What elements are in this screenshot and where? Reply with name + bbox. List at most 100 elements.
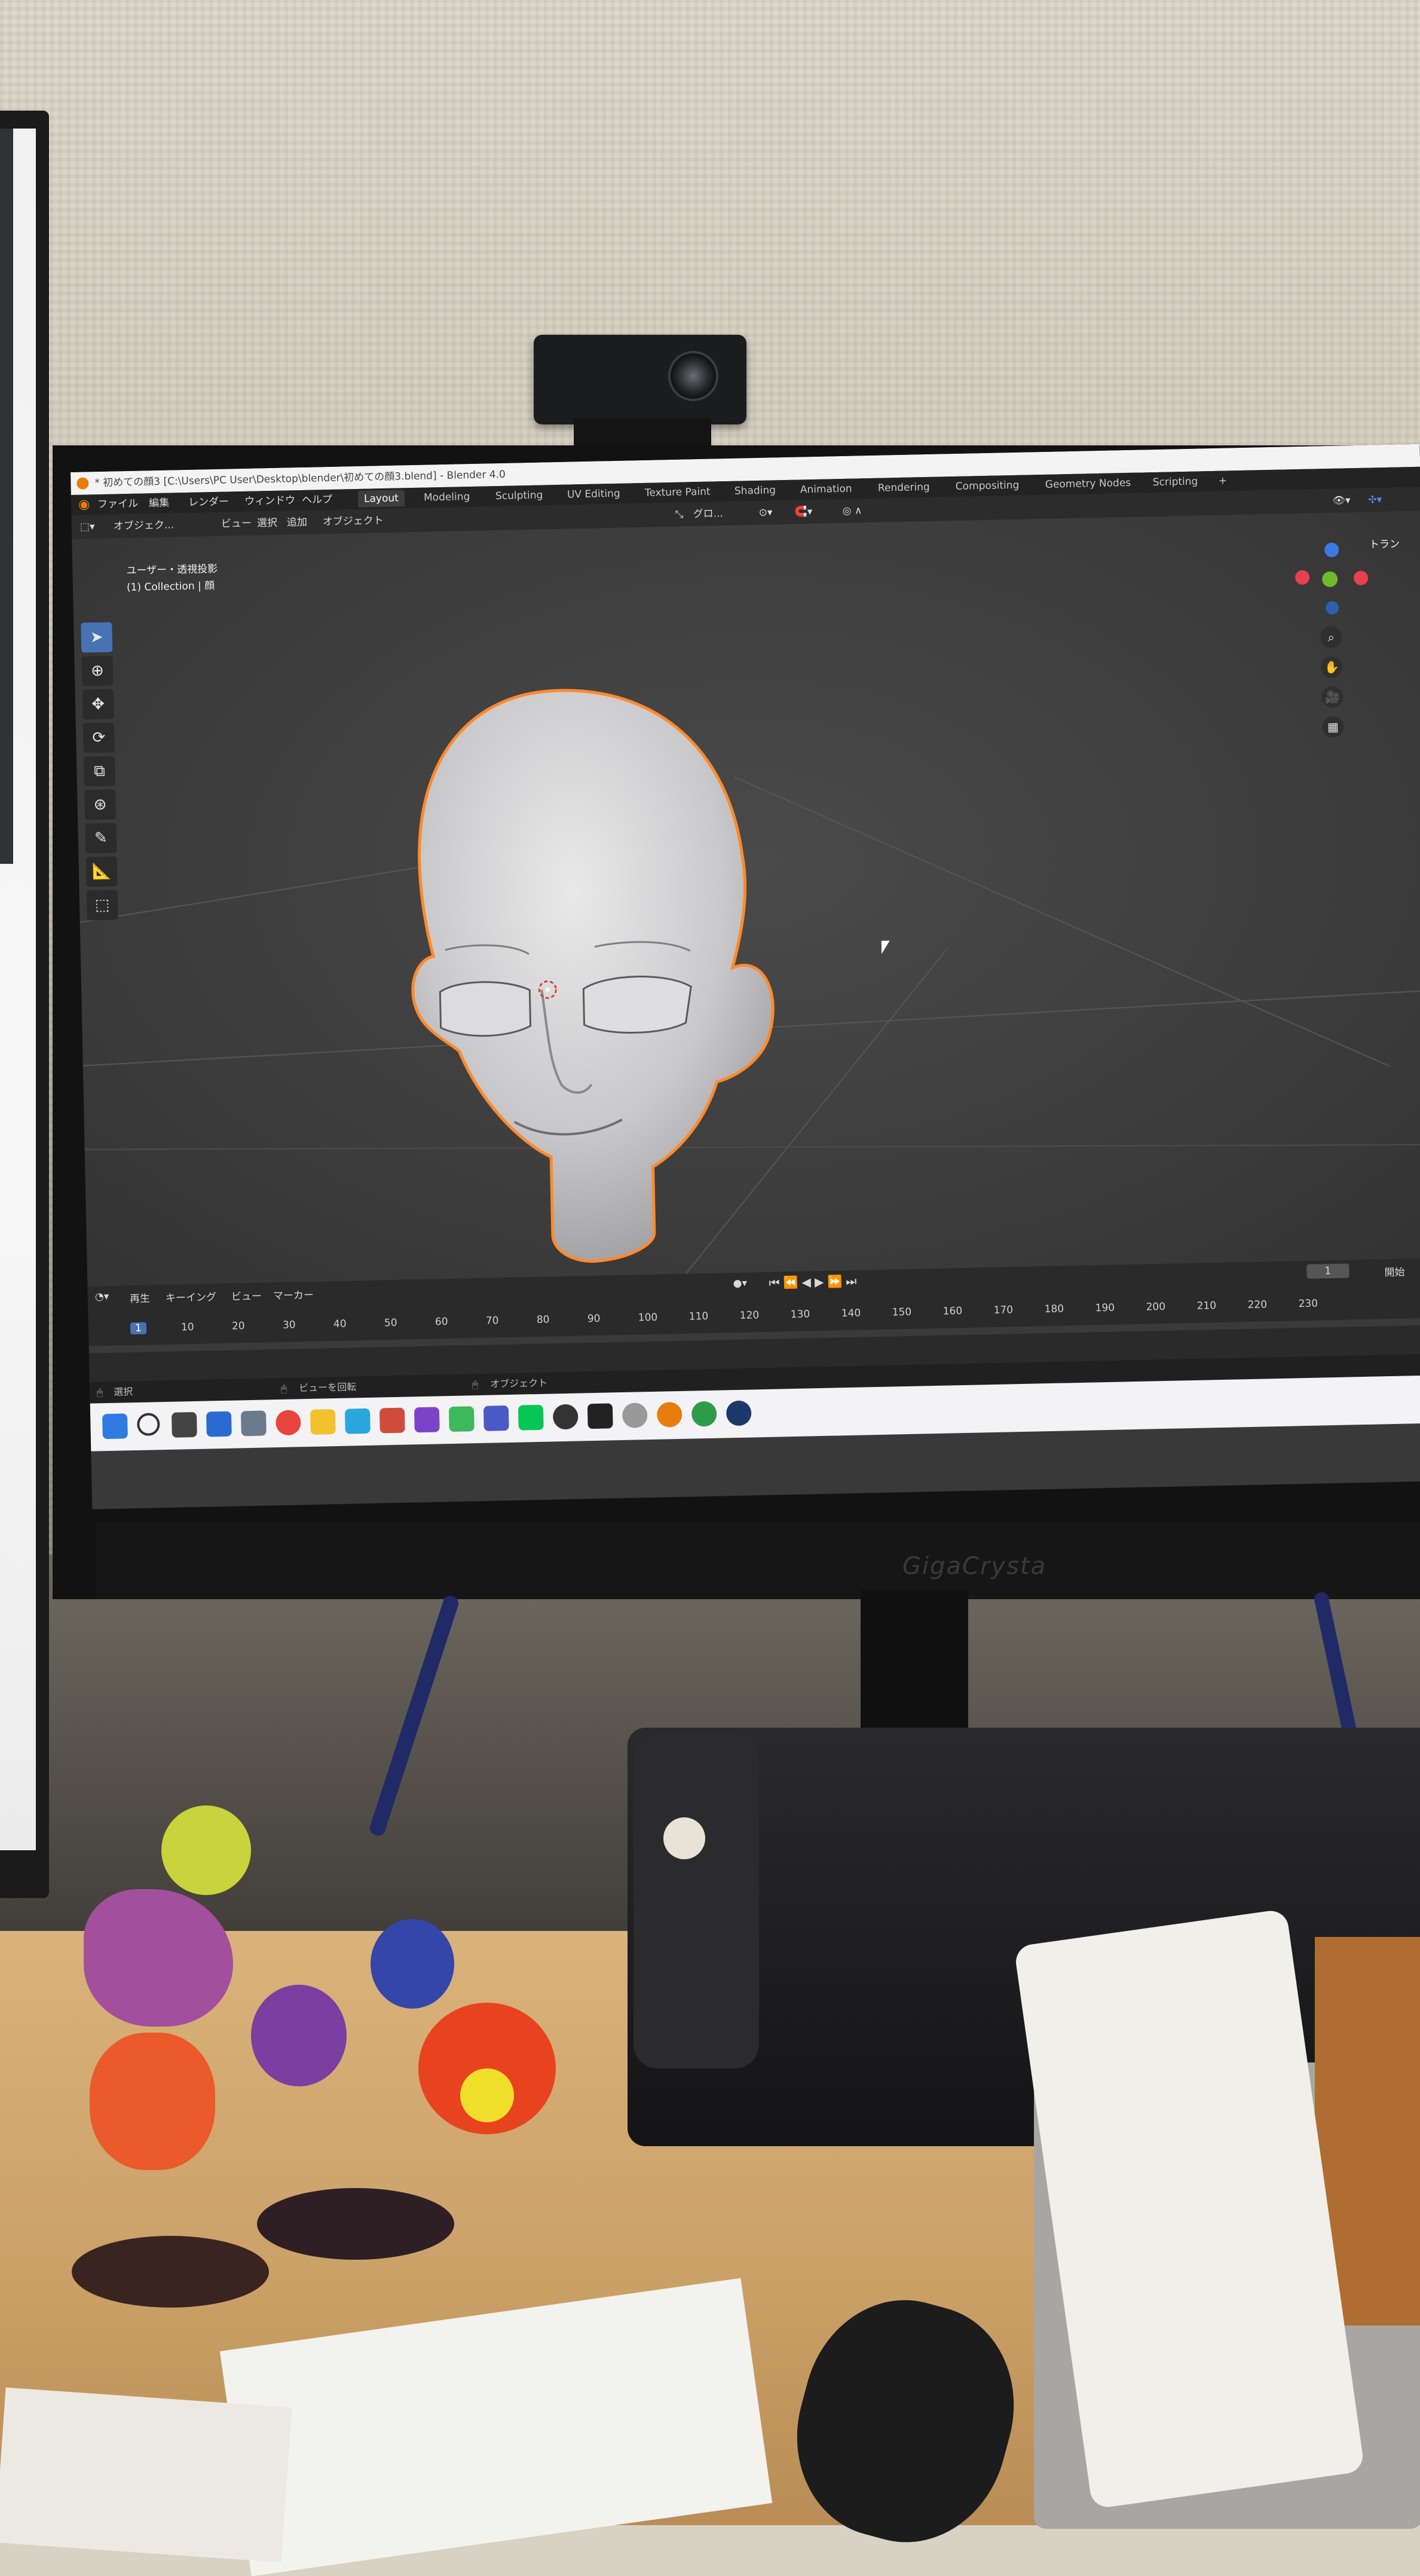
store-icon[interactable]	[206, 1411, 232, 1437]
orientation-icon: ⤡	[675, 508, 684, 521]
home-icon[interactable]	[379, 1407, 405, 1434]
measure-tool[interactable]: 📐	[85, 856, 118, 887]
grid-view-icon[interactable]: ▦	[1322, 716, 1344, 738]
timeline-tick: 50	[384, 1316, 397, 1330]
select-box-tool[interactable]: ➤	[81, 622, 113, 653]
app-icon[interactable]	[344, 1408, 371, 1434]
blender-taskbar-icon[interactable]	[656, 1401, 683, 1428]
snap-icon[interactable]: 🧲▾	[794, 500, 813, 524]
timeline-tick: 180	[1044, 1303, 1064, 1316]
visibility-icon[interactable]: 👁▾	[1332, 488, 1351, 513]
menu-object[interactable]: オブジェクト	[322, 509, 384, 534]
timeline-editor-icon[interactable]: ◔▾	[95, 1291, 109, 1303]
file-explorer-icon[interactable]	[310, 1409, 336, 1435]
pivot-icon[interactable]: ⊙▾	[758, 500, 773, 524]
chrome-icon[interactable]	[275, 1410, 301, 1436]
status-rotate-view: ビューを回転	[298, 1381, 357, 1394]
frame-start-label[interactable]: 開始	[1384, 1264, 1404, 1279]
rotate-tool[interactable]: ⟳	[82, 722, 115, 753]
tool-shelf: ➤ ⊕ ✥ ⟳ ⧉ ⊛ ✎ 📐 ⬚	[81, 622, 122, 924]
editor-type-icon[interactable]: ⬚▾	[80, 515, 95, 539]
menu-window[interactable]: ウィンドウ	[244, 490, 296, 512]
tab-shading[interactable]: Shading	[729, 482, 782, 500]
tab-uv-editing[interactable]: UV Editing	[561, 485, 626, 503]
tab-rendering[interactable]: Rendering	[872, 479, 936, 497]
orientation-dropdown[interactable]: グロ...	[693, 502, 723, 526]
menu-file[interactable]: ファイル	[97, 494, 139, 515]
cursor-tool[interactable]: ⊕	[81, 655, 114, 686]
add-workspace-button[interactable]: +	[1212, 472, 1233, 490]
tab-compositing[interactable]: Compositing	[950, 477, 1026, 496]
pan-hand-icon[interactable]: ✋	[1320, 656, 1343, 679]
left-monitor-sidebar	[0, 129, 13, 864]
timeline-tick: 210	[1196, 1300, 1217, 1312]
sidebar-transform-label[interactable]: トラン	[1369, 535, 1400, 551]
tab-texture-paint[interactable]: Texture Paint	[639, 483, 717, 502]
collection-label: (1) Collection | 顔	[126, 579, 215, 594]
menu-edit[interactable]: 編集	[149, 493, 170, 514]
scale-tool[interactable]: ⧉	[83, 756, 116, 787]
timeline-tick: 20	[231, 1320, 245, 1333]
menu-select[interactable]: 選択	[256, 511, 277, 536]
menu-timeline-view[interactable]: ビュー	[231, 1288, 262, 1303]
search-icon[interactable]	[136, 1413, 160, 1437]
timeline-tick: 40	[333, 1318, 347, 1331]
monitor-chin	[96, 1521, 1420, 1599]
line-icon[interactable]	[518, 1404, 544, 1431]
app-icon[interactable]	[622, 1402, 648, 1429]
current-frame-field[interactable]: 1	[1306, 1263, 1349, 1279]
figure-base	[72, 2236, 269, 2308]
menu-render[interactable]: レンダー	[188, 491, 229, 512]
head-model[interactable]	[362, 673, 828, 1292]
mouse-left-icon: 🖱	[97, 1386, 103, 1398]
mode-dropdown[interactable]: オブジェク...	[113, 513, 175, 538]
figurine	[161, 1805, 251, 1895]
gizmo-x-negative-icon[interactable]	[1294, 570, 1310, 585]
move-tool[interactable]: ✥	[82, 689, 114, 720]
app-icon[interactable]	[448, 1406, 475, 1432]
visual-studio-icon[interactable]	[414, 1407, 440, 1433]
gizmo-y-icon[interactable]	[1321, 571, 1338, 588]
proportional-edit-icon[interactable]: ◎ ∧	[842, 499, 862, 523]
menu-playback[interactable]: 再生	[130, 1290, 150, 1306]
playback-controls-icon[interactable]: ⏮⏪◀▶⏩⏭	[769, 1274, 860, 1290]
camera-view-icon[interactable]: 🎥	[1321, 686, 1344, 708]
app-icon[interactable]	[587, 1403, 613, 1429]
tab-modeling[interactable]: Modeling	[418, 488, 476, 506]
blender-menu-icon[interactable]: ◉	[78, 494, 90, 515]
timeline-tick: 80	[536, 1313, 550, 1326]
gizmo-x-icon[interactable]	[1353, 570, 1369, 586]
add-cube-tool[interactable]: ⬚	[86, 890, 118, 921]
gizmo-z-negative-icon[interactable]	[1325, 601, 1339, 615]
mouse-right-icon: 🖱	[472, 1379, 478, 1391]
menu-keying[interactable]: キーイング	[166, 1288, 216, 1304]
keyframe-icon[interactable]: ●▾	[733, 1278, 747, 1289]
steam-icon[interactable]	[726, 1400, 752, 1426]
menu-help[interactable]: ヘルプ	[302, 490, 333, 511]
playhead-frame[interactable]: 1	[130, 1322, 147, 1335]
webcam-lens	[668, 351, 718, 401]
annotate-tool[interactable]: ✎	[85, 823, 117, 854]
tab-sculpting[interactable]: Sculpting	[489, 487, 549, 505]
timeline-tick: 170	[993, 1304, 1014, 1316]
zoom-icon[interactable]: ⌕	[1320, 626, 1342, 649]
task-view-icon[interactable]	[171, 1411, 197, 1438]
gizmo-z-icon[interactable]	[1324, 542, 1339, 558]
tab-layout[interactable]: Layout	[357, 490, 405, 508]
menu-marker[interactable]: マーカー	[273, 1287, 314, 1302]
controller	[634, 1734, 759, 2068]
settings-icon[interactable]	[240, 1410, 267, 1437]
teams-icon[interactable]	[483, 1405, 509, 1431]
tab-geometry-nodes[interactable]: Geometry Nodes	[1039, 475, 1137, 493]
tab-scripting[interactable]: Scripting	[1146, 473, 1204, 491]
gizmo-toggle-icon[interactable]: ✣▾	[1368, 488, 1382, 512]
3d-viewport[interactable]: ユーザー・透視投影 (1) Collection | 顔 ➤ ⊕ ✥ ⟳ ⧉ ⊛…	[72, 511, 1420, 1287]
transform-tool[interactable]: ⊛	[84, 789, 117, 820]
timeline-tick: 140	[841, 1307, 861, 1320]
menu-add[interactable]: 追加	[286, 511, 307, 535]
chrome-icon[interactable]	[691, 1401, 717, 1427]
app-icon[interactable]	[552, 1404, 579, 1430]
start-icon[interactable]	[102, 1413, 128, 1440]
tab-animation[interactable]: Animation	[794, 480, 858, 498]
menu-view[interactable]: ビュー	[221, 512, 252, 536]
